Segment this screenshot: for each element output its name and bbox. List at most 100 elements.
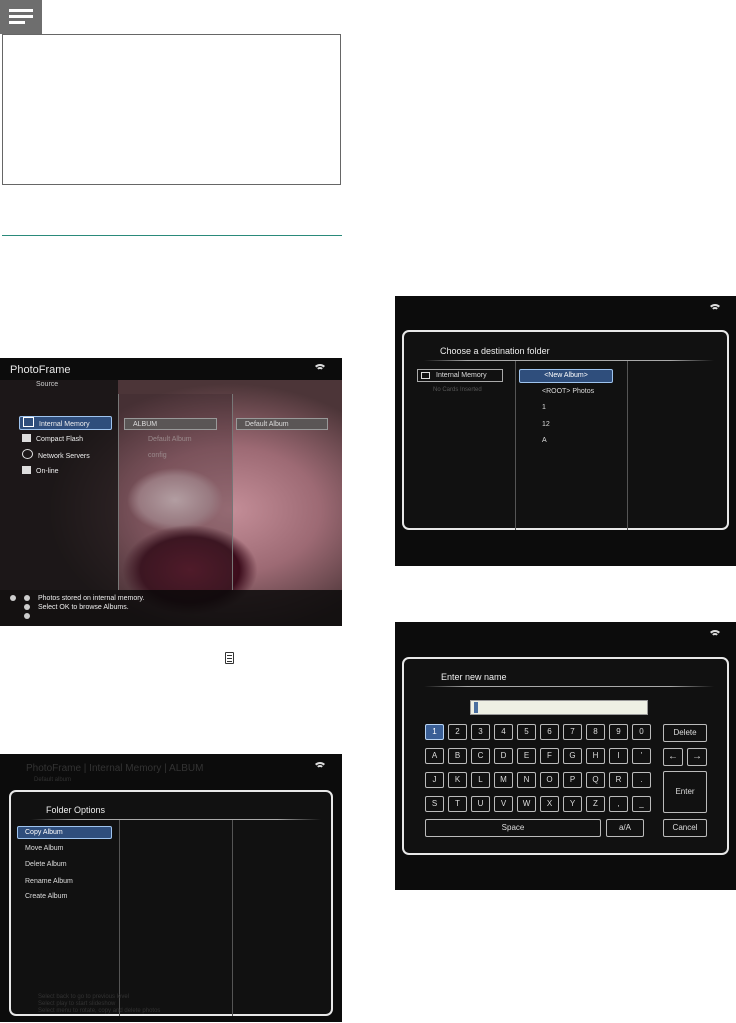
text-cursor	[474, 702, 478, 713]
source-item-compact-flash[interactable]: Compact Flash	[19, 433, 112, 447]
enter-key[interactable]: Enter	[663, 771, 707, 813]
breadcrumb: PhotoFrame | Internal Memory | ALBUM	[26, 763, 204, 774]
key[interactable]: '	[632, 748, 651, 764]
enter-name-dialog: Enter new name 1 2 3 4 5 6 7 8 9 0 A B C D E F G H I ' J K L M N…	[402, 657, 729, 855]
status-line: Select OK to browse Albums.	[38, 604, 129, 611]
note-icon	[0, 0, 42, 34]
arrow-left-key[interactable]: ←	[663, 748, 683, 766]
option-create-album[interactable]: Create Album	[25, 893, 67, 900]
key[interactable]: U	[471, 796, 490, 812]
status-hints: Select back to go to previous level Sele…	[38, 994, 160, 1015]
wifi-icon	[708, 630, 722, 642]
compact-flash-icon	[22, 434, 31, 442]
rss-icon	[22, 466, 31, 474]
key[interactable]: 7	[563, 724, 582, 740]
key[interactable]: S	[425, 796, 444, 812]
key[interactable]: 5	[517, 724, 536, 740]
key[interactable]: Y	[563, 796, 582, 812]
option-rename-album[interactable]: Rename Album	[25, 878, 73, 885]
key[interactable]: 8	[586, 724, 605, 740]
album-item-album[interactable]: ALBUM	[124, 418, 217, 430]
folder-12[interactable]: 12	[542, 421, 550, 428]
choose-destination-screen: Choose a destination folder Internal Mem…	[395, 296, 736, 566]
cancel-key[interactable]: Cancel	[663, 819, 707, 837]
wifi-icon	[313, 762, 327, 774]
globe-icon	[22, 449, 33, 459]
menu-icon	[225, 652, 234, 664]
key[interactable]: H	[586, 748, 605, 764]
hint-line: Select back to go to previous level	[38, 994, 130, 1000]
key[interactable]: 9	[609, 724, 628, 740]
internal-memory-icon	[23, 417, 34, 427]
key[interactable]: ,	[609, 796, 628, 812]
source-label: Internal Memory	[436, 372, 487, 379]
key[interactable]: O	[540, 772, 559, 788]
source-label: Internal Memory	[39, 421, 90, 428]
folder-root-photos[interactable]: <ROOT> Photos	[542, 388, 594, 395]
source-label: On-line	[36, 468, 59, 475]
preview-album: Default Album	[236, 418, 328, 430]
folder-options-dialog: Folder Options Copy Album Move Album Del…	[9, 790, 333, 1016]
arrow-right-key[interactable]: →	[687, 748, 707, 766]
option-delete-album[interactable]: Delete Album	[25, 861, 67, 868]
key[interactable]: I	[609, 748, 628, 764]
key[interactable]: W	[517, 796, 536, 812]
key[interactable]: L	[471, 772, 490, 788]
key[interactable]: P	[563, 772, 582, 788]
source-internal-memory[interactable]: Internal Memory	[417, 369, 503, 382]
key[interactable]: A	[425, 748, 444, 764]
breadcrumb-sub: Default album	[34, 777, 72, 783]
key[interactable]: .	[632, 772, 651, 788]
key[interactable]: R	[609, 772, 628, 788]
key[interactable]: 6	[540, 724, 559, 740]
key[interactable]: F	[540, 748, 559, 764]
key[interactable]: T	[448, 796, 467, 812]
source-item-online[interactable]: On-line	[19, 465, 112, 479]
space-key[interactable]: Space	[425, 819, 601, 837]
key[interactable]: C	[471, 748, 490, 764]
folder-a[interactable]: A	[542, 437, 547, 444]
destination-dialog: Choose a destination folder Internal Mem…	[402, 330, 729, 530]
wifi-icon	[313, 364, 327, 376]
enter-name-screen: Enter new name 1 2 3 4 5 6 7 8 9 0 A B C D E F G H I ' J K L M N…	[395, 622, 736, 890]
key[interactable]: Q	[586, 772, 605, 788]
source-item-internal-memory[interactable]: Internal Memory	[19, 416, 112, 430]
section-divider	[2, 235, 342, 236]
key[interactable]: _	[632, 796, 651, 812]
album-item-default[interactable]: Default Album	[148, 436, 192, 443]
key[interactable]: X	[540, 796, 559, 812]
delete-key[interactable]: Delete	[663, 724, 707, 742]
key[interactable]: M	[494, 772, 513, 788]
screen-subtitle: Source	[36, 381, 59, 388]
folder-new-album[interactable]: <New Album>	[519, 369, 613, 383]
key[interactable]: 2	[448, 724, 467, 740]
key[interactable]: N	[517, 772, 536, 788]
note-box	[2, 34, 341, 185]
key[interactable]: 4	[494, 724, 513, 740]
status-line: Photos stored on internal memory.	[38, 595, 145, 602]
key[interactable]: B	[448, 748, 467, 764]
key[interactable]: 3	[471, 724, 490, 740]
wifi-icon	[708, 304, 722, 316]
key[interactable]: V	[494, 796, 513, 812]
option-move-album[interactable]: Move Album	[25, 845, 64, 852]
key[interactable]: D	[494, 748, 513, 764]
key[interactable]: J	[425, 772, 444, 788]
key[interactable]: K	[448, 772, 467, 788]
case-toggle-key[interactable]: a/A	[606, 819, 644, 837]
dialog-title: Folder Options	[46, 805, 106, 815]
dialog-title: Enter new name	[441, 672, 507, 682]
key[interactable]: 1	[425, 724, 444, 740]
name-input[interactable]	[470, 700, 648, 715]
option-copy-album[interactable]: Copy Album	[17, 826, 112, 839]
hint-line: Select play to start slideshow	[38, 1001, 116, 1007]
key[interactable]: G	[563, 748, 582, 764]
photoframe-source-screen: PhotoFrame Source Internal Memory Compac…	[0, 358, 342, 626]
folder-1[interactable]: 1	[542, 404, 546, 411]
key[interactable]: 0	[632, 724, 651, 740]
hint-line: Select menu to rotate, copy and delete p…	[38, 1008, 161, 1014]
key[interactable]: Z	[586, 796, 605, 812]
source-item-network-servers[interactable]: Network Servers	[19, 449, 112, 463]
album-item-config[interactable]: config	[148, 452, 167, 459]
key[interactable]: E	[517, 748, 536, 764]
